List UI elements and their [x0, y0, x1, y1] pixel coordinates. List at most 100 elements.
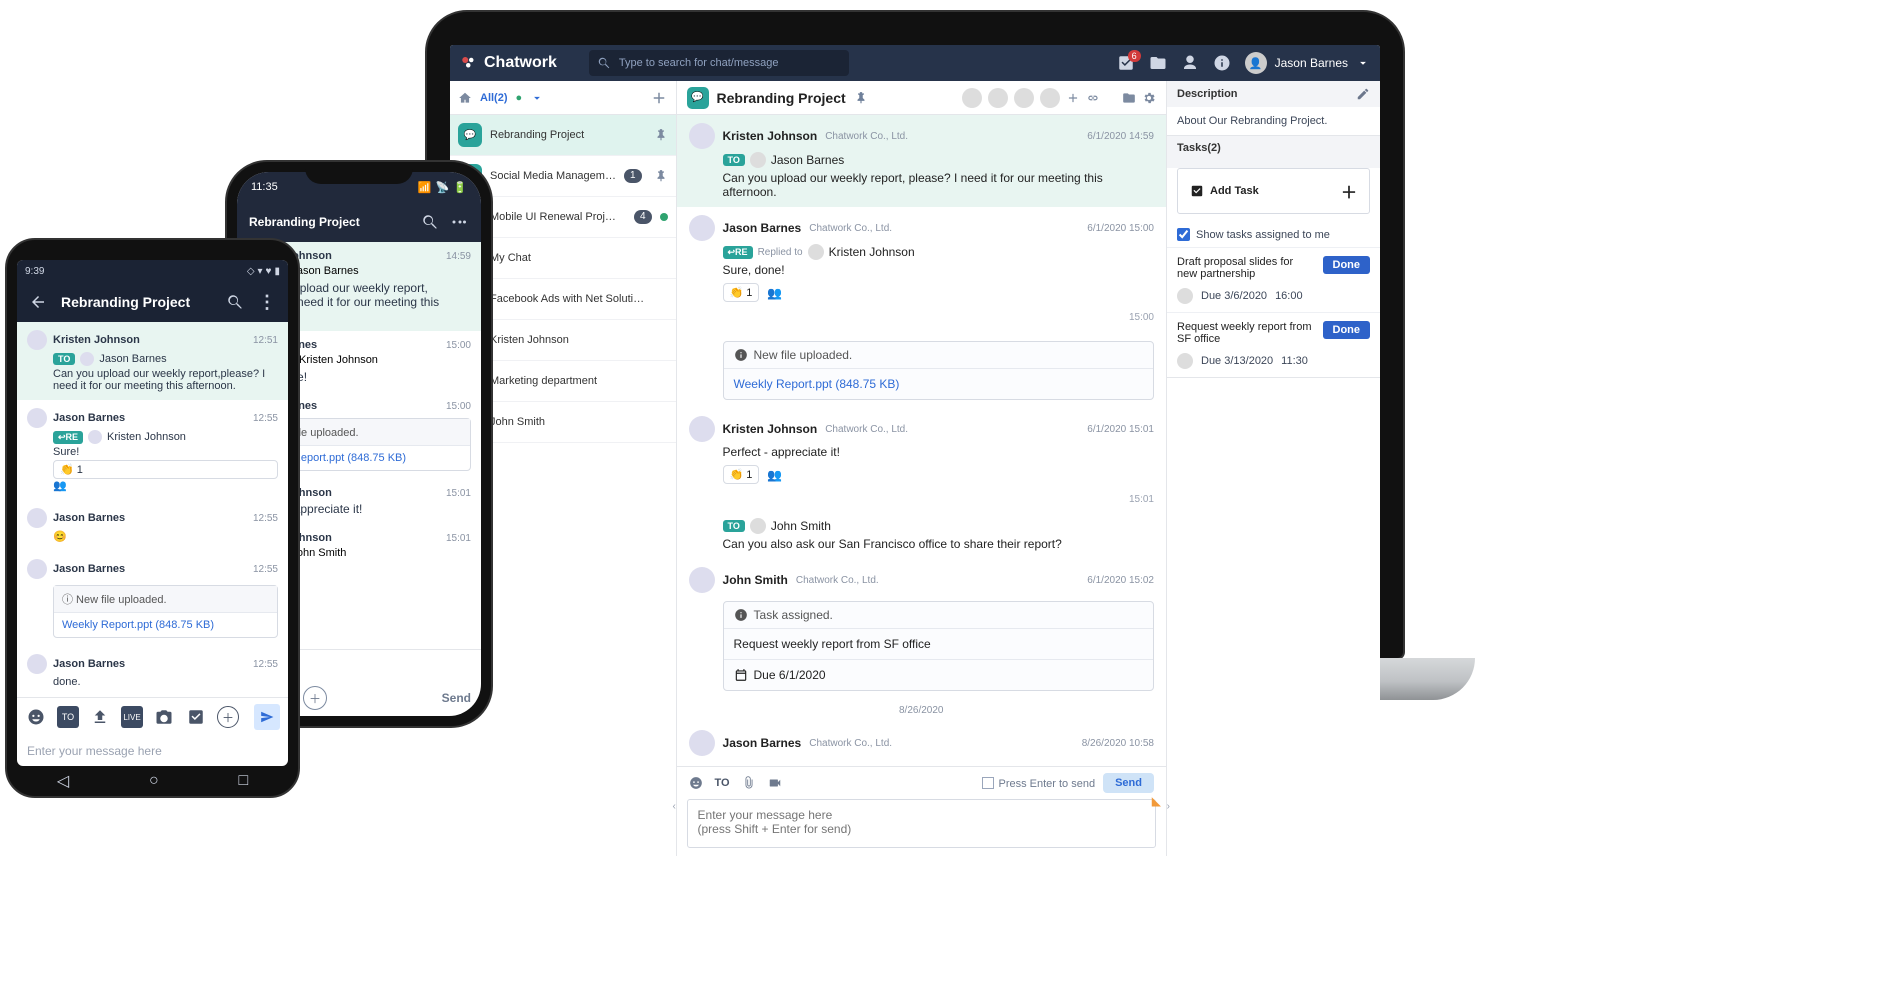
- search-icon[interactable]: [226, 293, 244, 311]
- more-icon[interactable]: [451, 213, 469, 231]
- add-member-icon[interactable]: [1066, 91, 1080, 105]
- task-icon[interactable]: [185, 706, 207, 728]
- add-room-button[interactable]: [650, 87, 668, 108]
- reaction[interactable]: 👏 1: [723, 465, 760, 484]
- add-task-button[interactable]: Add Task ＋: [1177, 168, 1370, 214]
- live-button[interactable]: LIVE: [121, 706, 143, 728]
- camera-icon[interactable]: [153, 706, 175, 728]
- chevron-down-icon[interactable]: [530, 91, 544, 105]
- laptop-frame: Chatwork Type to search for chat/message…: [425, 10, 1405, 870]
- add-reaction-icon[interactable]: 👥: [767, 468, 782, 482]
- info-icon[interactable]: [1213, 54, 1231, 72]
- wifi-icon: 📡: [436, 181, 450, 194]
- send-button[interactable]: Send: [1103, 773, 1154, 793]
- resize-corner-icon[interactable]: ◣: [1152, 794, 1161, 808]
- android-header: Rebranding Project ⋮: [17, 282, 288, 322]
- message: Kristen JohnsonChatwork Co., Ltd.6/1/202…: [677, 115, 1166, 207]
- nav-recent[interactable]: □: [238, 772, 248, 790]
- tasks-icon[interactable]: 6: [1117, 54, 1135, 72]
- add-icon[interactable]: ＋: [217, 706, 239, 728]
- iphone-notch: [305, 162, 413, 184]
- task-item[interactable]: Request weekly report from SF officeDone…: [1167, 312, 1380, 377]
- room-filter-tabs: All(2) ●: [450, 81, 676, 115]
- done-button[interactable]: Done: [1323, 321, 1371, 339]
- message-list[interactable]: Kristen JohnsonChatwork Co., Ltd.6/1/202…: [677, 115, 1166, 766]
- desktop-app: Chatwork Type to search for chat/message…: [450, 45, 1380, 856]
- compose-input[interactable]: [688, 800, 1155, 844]
- pin-icon[interactable]: [854, 91, 868, 105]
- global-search[interactable]: Type to search for chat/message: [589, 50, 849, 76]
- file-card[interactable]: New file uploaded.Weekly Report.ppt (848…: [723, 341, 1154, 400]
- add-task-label: Add Task: [1210, 185, 1259, 197]
- home-icon[interactable]: [458, 91, 472, 105]
- checkbox[interactable]: [1177, 228, 1190, 241]
- unread-count: 4: [634, 210, 652, 224]
- timestamp: 15:01: [677, 492, 1166, 507]
- emoji-icon[interactable]: [689, 776, 703, 790]
- avatar: [27, 654, 47, 674]
- room-name: Mobile UI Renewal Proj…: [490, 211, 626, 223]
- avatar: [27, 330, 47, 350]
- pencil-icon[interactable]: [1356, 87, 1370, 101]
- upload-icon[interactable]: [89, 706, 111, 728]
- add-icon[interactable]: ＋: [303, 686, 327, 710]
- link-icon[interactable]: [1086, 91, 1100, 105]
- to-button[interactable]: TO: [57, 706, 79, 728]
- member-avatar[interactable]: [962, 88, 982, 108]
- app-logo[interactable]: Chatwork: [460, 54, 557, 72]
- member-avatar[interactable]: [988, 88, 1008, 108]
- press-enter-toggle[interactable]: Press Enter to send: [982, 777, 1095, 790]
- file-link[interactable]: Weekly Report.ppt (848.75 KB): [724, 369, 1153, 399]
- nav-back[interactable]: ◁: [57, 771, 69, 791]
- done-button[interactable]: Done: [1323, 256, 1371, 274]
- pin-icon: [654, 169, 668, 183]
- video-icon[interactable]: [768, 776, 782, 790]
- android-input[interactable]: Enter your message here: [17, 736, 288, 766]
- gear-icon[interactable]: [1142, 91, 1156, 105]
- user-name: Jason Barnes: [1275, 56, 1348, 70]
- search-icon[interactable]: [421, 213, 439, 231]
- android-time: 9:39: [25, 266, 44, 277]
- send-button[interactable]: [254, 704, 280, 730]
- android-message-list[interactable]: Kristen Johnson12:51TO Jason BarnesCan y…: [17, 322, 288, 697]
- room-item[interactable]: 💬Rebranding Project: [450, 115, 676, 156]
- contacts-icon[interactable]: [1181, 54, 1199, 72]
- badge: 6: [1128, 50, 1141, 62]
- compose-input-wrap: ◣: [687, 799, 1156, 848]
- attach-icon[interactable]: [742, 776, 756, 790]
- reaction[interactable]: 👏 1: [723, 283, 760, 302]
- chat-header-actions: [962, 88, 1156, 108]
- room-icon: 💬: [687, 87, 709, 109]
- avatar: [689, 730, 715, 756]
- message: New file uploaded.Weekly Report.ppt (848…: [677, 325, 1166, 408]
- member-avatar[interactable]: [1014, 88, 1034, 108]
- pin-icon: [654, 128, 668, 142]
- task-card[interactable]: Task assigned.Request weekly report from…: [723, 601, 1154, 691]
- side-panel: Description About Our Rebranding Project…: [1167, 81, 1380, 856]
- iphone-header: Rebranding Project: [237, 202, 481, 242]
- message: Jason Barnes12:55ⓘ New file uploaded.Wee…: [17, 551, 288, 646]
- more-icon[interactable]: ⋮: [258, 292, 276, 313]
- current-user[interactable]: 👤 Jason Barnes: [1245, 52, 1370, 74]
- add-reaction-icon[interactable]: 👥: [767, 286, 782, 300]
- resize-handle[interactable]: ›: [1167, 801, 1170, 812]
- folder-icon[interactable]: [1122, 91, 1136, 105]
- section-description-header: Description: [1167, 81, 1380, 107]
- files-icon[interactable]: [1149, 54, 1167, 72]
- info-icon: [734, 608, 748, 622]
- to-button[interactable]: TO: [715, 777, 730, 789]
- tab-all[interactable]: All(2): [480, 92, 508, 104]
- emoji-icon[interactable]: [25, 706, 47, 728]
- send-button[interactable]: Send: [442, 691, 471, 705]
- message: TO John SmithCan you also ask our San Fr…: [677, 507, 1166, 559]
- task-item[interactable]: Draft proposal slides for new partnershi…: [1167, 247, 1380, 312]
- tasks-label: Tasks(2): [1177, 142, 1221, 154]
- show-my-tasks-toggle[interactable]: Show tasks assigned to me: [1167, 222, 1380, 247]
- reaction[interactable]: 👏 1: [53, 460, 278, 479]
- resize-handle[interactable]: ‹: [673, 801, 676, 812]
- mention-dot: [660, 213, 668, 221]
- member-avatar[interactable]: [1040, 88, 1060, 108]
- back-icon[interactable]: [29, 293, 47, 311]
- app-name: Chatwork: [484, 54, 557, 72]
- nav-home[interactable]: ○: [149, 772, 159, 790]
